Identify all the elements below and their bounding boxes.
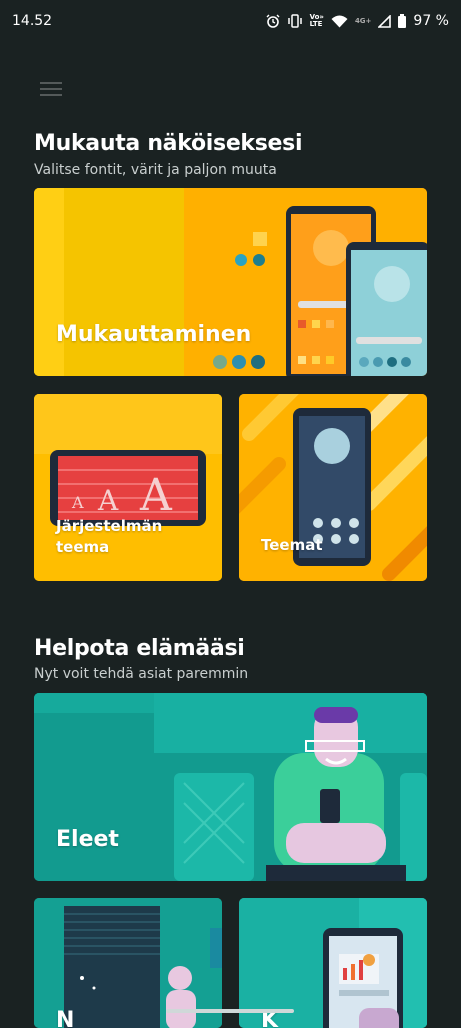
customize-label: Mukauttaminen: [56, 322, 252, 347]
network-4g-label: 4G+: [354, 16, 372, 25]
themes-card[interactable]: Teemat: [239, 394, 427, 581]
card-a-label: N: [56, 1008, 75, 1028]
vibrate-icon: [287, 14, 302, 28]
signal-icon: [378, 14, 392, 28]
gestures-label: Eleet: [56, 827, 119, 852]
status-bar: 14.52 Vo» LTE 4G+ 97 %: [0, 0, 461, 42]
svg-text:A: A: [139, 470, 173, 521]
gesture-nav-handle[interactable]: [166, 1009, 294, 1013]
section-subtitle-easier-life: Nyt voit tehdä asiat paremmin: [34, 666, 249, 682]
system-theme-label: Järjestelmän teema: [56, 517, 163, 556]
wifi-icon: [331, 15, 348, 27]
battery-icon: [398, 14, 407, 28]
gestures-card[interactable]: Eleet: [34, 693, 427, 881]
svg-text:A: A: [97, 484, 119, 517]
svg-text:A: A: [71, 493, 84, 512]
menu-icon[interactable]: [40, 82, 62, 98]
gestures-illustration: [34, 693, 427, 881]
section-title-personalize: Mukauta näköiseksesi: [34, 131, 303, 156]
customize-illustration: [34, 188, 427, 376]
themes-label: Teemat: [261, 536, 323, 554]
customize-card[interactable]: Mukauttaminen: [34, 188, 427, 376]
section-subtitle-personalize: Valitse fontit, värit ja paljon muuta: [34, 162, 277, 178]
volte-label: Vo» LTE: [309, 13, 324, 28]
battery-percent: 97 %: [413, 13, 449, 29]
section-title-easier-life: Helpota elämääsi: [34, 636, 245, 661]
status-icons: Vo» LTE 4G+ 97 %: [266, 13, 449, 29]
status-time: 14.52: [12, 13, 53, 29]
system-theme-card[interactable]: A A A Järjestelmän teema: [34, 394, 222, 581]
alarm-icon: [266, 14, 280, 28]
